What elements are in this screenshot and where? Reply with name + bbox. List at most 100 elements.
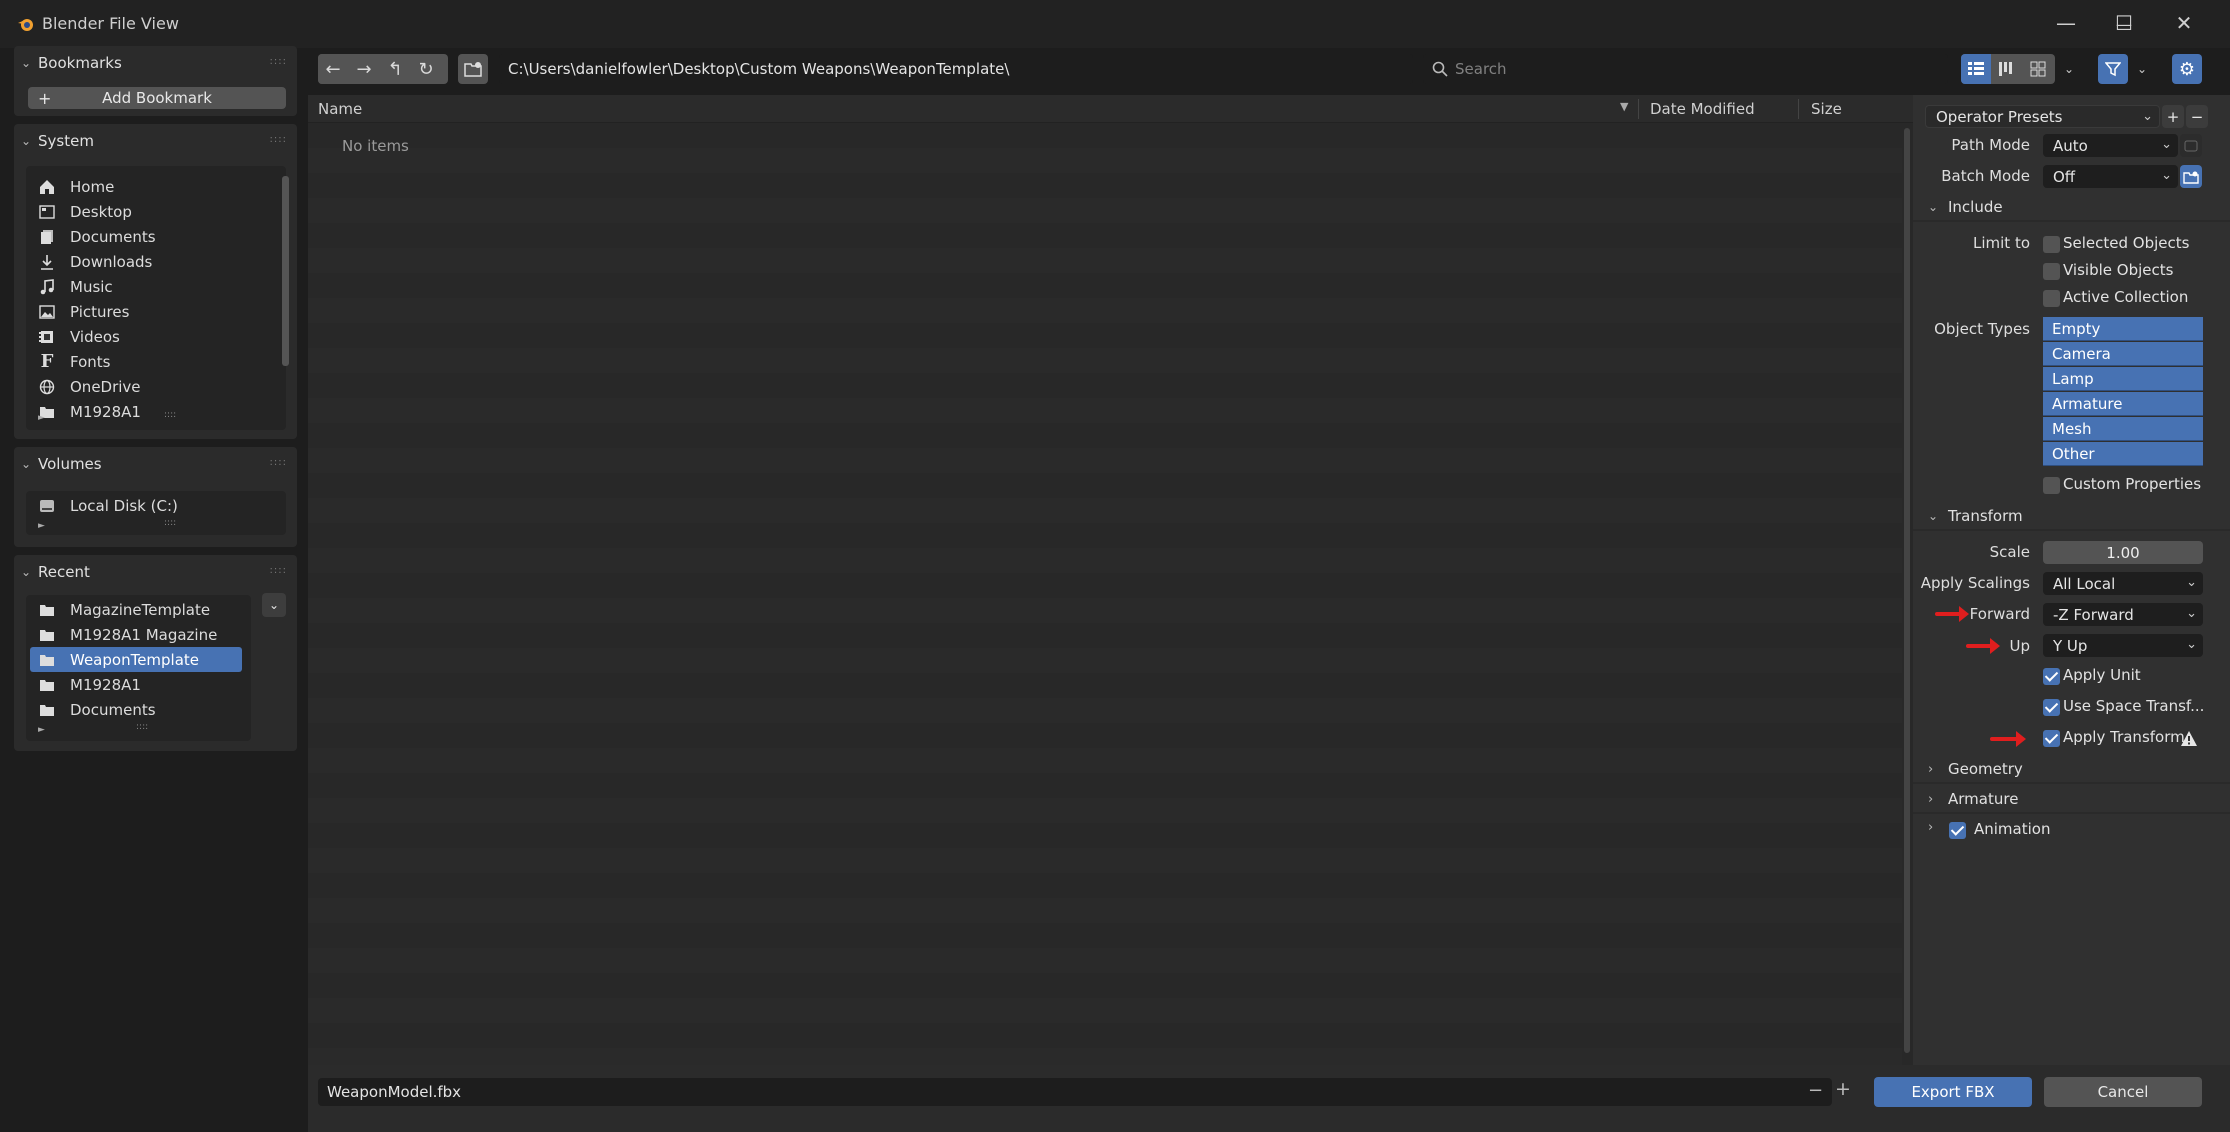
increment-filename-button[interactable]: + bbox=[1835, 1078, 1851, 1100]
settings-toggle-button[interactable]: ⚙ bbox=[2172, 54, 2202, 84]
search-icon bbox=[1432, 61, 1448, 77]
filename-field[interactable]: WeaponModel.fbx bbox=[318, 1078, 1832, 1106]
resize-grip-icon[interactable]: :::: bbox=[164, 410, 176, 420]
expand-icon[interactable]: ► bbox=[38, 413, 45, 423]
visible-objects-checkbox[interactable] bbox=[2043, 263, 2060, 280]
drag-grip-icon[interactable]: :::: bbox=[270, 457, 287, 468]
forward-axis-dropdown[interactable]: -Z Forward ⌄ bbox=[2043, 603, 2203, 626]
download-icon bbox=[38, 253, 56, 271]
system-item-m1928a1[interactable]: M1928A1 bbox=[26, 399, 286, 424]
transform-section-header[interactable]: ⌄ Transform bbox=[1928, 507, 2023, 525]
decrement-filename-button[interactable]: − bbox=[1808, 1080, 1823, 1101]
path-text: C:\Users\danielfowler\Desktop\Custom Wea… bbox=[508, 60, 1010, 78]
batch-own-dir-button[interactable] bbox=[2180, 165, 2202, 188]
system-item-downloads[interactable]: Downloads bbox=[26, 249, 286, 274]
directory-path-field[interactable]: C:\Users\danielfowler\Desktop\Custom Wea… bbox=[499, 54, 1413, 84]
system-item-onedrive[interactable]: OneDrive bbox=[26, 374, 286, 399]
filter-options-dropdown[interactable]: ⌄ bbox=[2131, 54, 2153, 84]
custom-properties-checkbox[interactable] bbox=[2043, 477, 2060, 494]
recent-item[interactable]: M1928A1 Magazine bbox=[30, 622, 242, 647]
section-divider bbox=[1913, 220, 2230, 222]
list-row bbox=[308, 248, 1902, 273]
system-item-pictures[interactable]: Pictures bbox=[26, 299, 286, 324]
minimize-button[interactable]: — bbox=[2052, 10, 2080, 36]
bookmarks-header[interactable]: ⌄ Bookmarks :::: bbox=[14, 46, 297, 80]
recent-header[interactable]: ⌄ Recent :::: bbox=[14, 555, 297, 589]
selected-objects-checkbox[interactable] bbox=[2043, 236, 2060, 253]
object-type-empty[interactable]: Empty bbox=[2043, 317, 2203, 341]
expand-icon[interactable]: ► bbox=[38, 725, 45, 735]
recent-item[interactable]: M1928A1 bbox=[30, 672, 242, 697]
expand-icon[interactable]: ► bbox=[38, 521, 45, 531]
system-panel: ⌄ System :::: HomeDesktop Documents Downlo… bbox=[14, 124, 297, 439]
parent-directory-button[interactable]: ↰ bbox=[380, 54, 410, 84]
system-item-documents[interactable]: Documents bbox=[26, 224, 286, 249]
maximize-button[interactable]: ☐ bbox=[2110, 10, 2138, 36]
recent-menu-button[interactable]: ⌄ bbox=[262, 593, 286, 617]
recent-list: MagazineTemplate M1928A1 Magazine WeaponTe… bbox=[26, 595, 251, 741]
col-size-header[interactable]: Size bbox=[1811, 100, 1842, 118]
col-name-header[interactable]: Name bbox=[318, 100, 362, 118]
volumes-header[interactable]: ⌄ Volumes :::: bbox=[14, 447, 297, 481]
add-bookmark-button[interactable]: + Add Bookmark bbox=[28, 87, 286, 109]
object-type-camera[interactable]: Camera bbox=[2043, 342, 2203, 366]
use-space-transform-checkbox[interactable] bbox=[2043, 699, 2060, 716]
sort-arrow-icon[interactable]: ▼ bbox=[1620, 100, 1628, 113]
search-input[interactable]: Search bbox=[1423, 54, 1948, 84]
vertical-list-button[interactable] bbox=[1961, 54, 1991, 84]
system-header[interactable]: ⌄ System :::: bbox=[14, 124, 297, 158]
animation-checkbox[interactable] bbox=[1949, 822, 1966, 839]
close-button[interactable]: ✕ bbox=[2170, 10, 2198, 36]
armature-section-header[interactable]: › Armature bbox=[1928, 790, 2018, 808]
add-preset-button[interactable]: + bbox=[2162, 105, 2184, 128]
system-item-music[interactable]: Music bbox=[26, 274, 286, 299]
export-fbx-button[interactable]: Export FBX bbox=[1874, 1077, 2032, 1107]
batch-mode-dropdown[interactable]: Off ⌄ bbox=[2043, 165, 2178, 188]
apply-scalings-dropdown[interactable]: All Local ⌄ bbox=[2043, 572, 2203, 595]
active-collection-checkbox[interactable] bbox=[2043, 290, 2060, 307]
system-item-label: Home bbox=[70, 177, 115, 196]
drag-grip-icon[interactable]: :::: bbox=[270, 565, 287, 576]
apply-unit-checkbox[interactable] bbox=[2043, 668, 2060, 685]
cancel-button[interactable]: Cancel bbox=[2044, 1077, 2202, 1107]
animation-section-header[interactable]: › bbox=[1928, 820, 1948, 835]
scrollbar[interactable] bbox=[282, 176, 289, 366]
system-item-fonts[interactable]: F Fonts bbox=[26, 349, 286, 374]
new-directory-button[interactable] bbox=[458, 54, 488, 84]
operator-presets-dropdown[interactable]: Operator Presets ⌄ bbox=[1925, 105, 2160, 128]
volume-item[interactable]: Local Disk (C:) bbox=[26, 493, 286, 518]
object-type-armature[interactable]: Armature bbox=[2043, 392, 2203, 416]
up-axis-dropdown[interactable]: Y Up ⌄ bbox=[2043, 634, 2203, 657]
col-date-header[interactable]: Date Modified bbox=[1650, 100, 1755, 118]
object-type-lamp[interactable]: Lamp bbox=[2043, 367, 2203, 391]
recent-item[interactable]: MagazineTemplate bbox=[30, 597, 242, 622]
back-button[interactable]: ← bbox=[318, 54, 348, 84]
recent-item[interactable]: WeaponTemplate bbox=[30, 647, 242, 672]
path-mode-dropdown[interactable]: Auto ⌄ bbox=[2043, 134, 2178, 157]
drag-grip-icon[interactable]: :::: bbox=[270, 56, 287, 67]
resize-grip-icon[interactable]: :::: bbox=[136, 722, 148, 732]
geometry-section-header[interactable]: › Geometry bbox=[1928, 760, 2023, 778]
forward-button[interactable]: → bbox=[349, 54, 379, 84]
remove-preset-button[interactable]: − bbox=[2186, 105, 2208, 128]
system-item-desktop[interactable]: Desktop bbox=[26, 199, 286, 224]
apply-transform-checkbox[interactable] bbox=[2043, 730, 2060, 747]
chevron-down-icon: ⌄ bbox=[20, 565, 32, 579]
blender-logo-icon bbox=[18, 19, 33, 31]
drag-grip-icon[interactable]: :::: bbox=[270, 134, 287, 145]
object-type-mesh[interactable]: Mesh bbox=[2043, 417, 2203, 441]
system-item-videos[interactable]: Videos bbox=[26, 324, 286, 349]
file-list-scrollbar[interactable] bbox=[1904, 128, 1910, 1053]
thumbnails-button[interactable] bbox=[2023, 54, 2053, 84]
display-options-dropdown[interactable]: ⌄ bbox=[2058, 54, 2080, 84]
resize-grip-icon[interactable]: :::: bbox=[164, 518, 176, 528]
system-item-home[interactable]: Home bbox=[26, 174, 286, 199]
scale-field[interactable]: 1.00 bbox=[2043, 541, 2203, 564]
object-type-other[interactable]: Other bbox=[2043, 442, 2203, 466]
refresh-button[interactable]: ↻ bbox=[411, 54, 441, 84]
embed-textures-button[interactable] bbox=[2180, 134, 2202, 157]
include-section-header[interactable]: ⌄ Include bbox=[1928, 198, 2003, 216]
filter-toggle-button[interactable] bbox=[2098, 54, 2128, 84]
recent-item[interactable]: Documents bbox=[30, 697, 242, 722]
horizontal-list-button[interactable] bbox=[1992, 54, 2022, 84]
